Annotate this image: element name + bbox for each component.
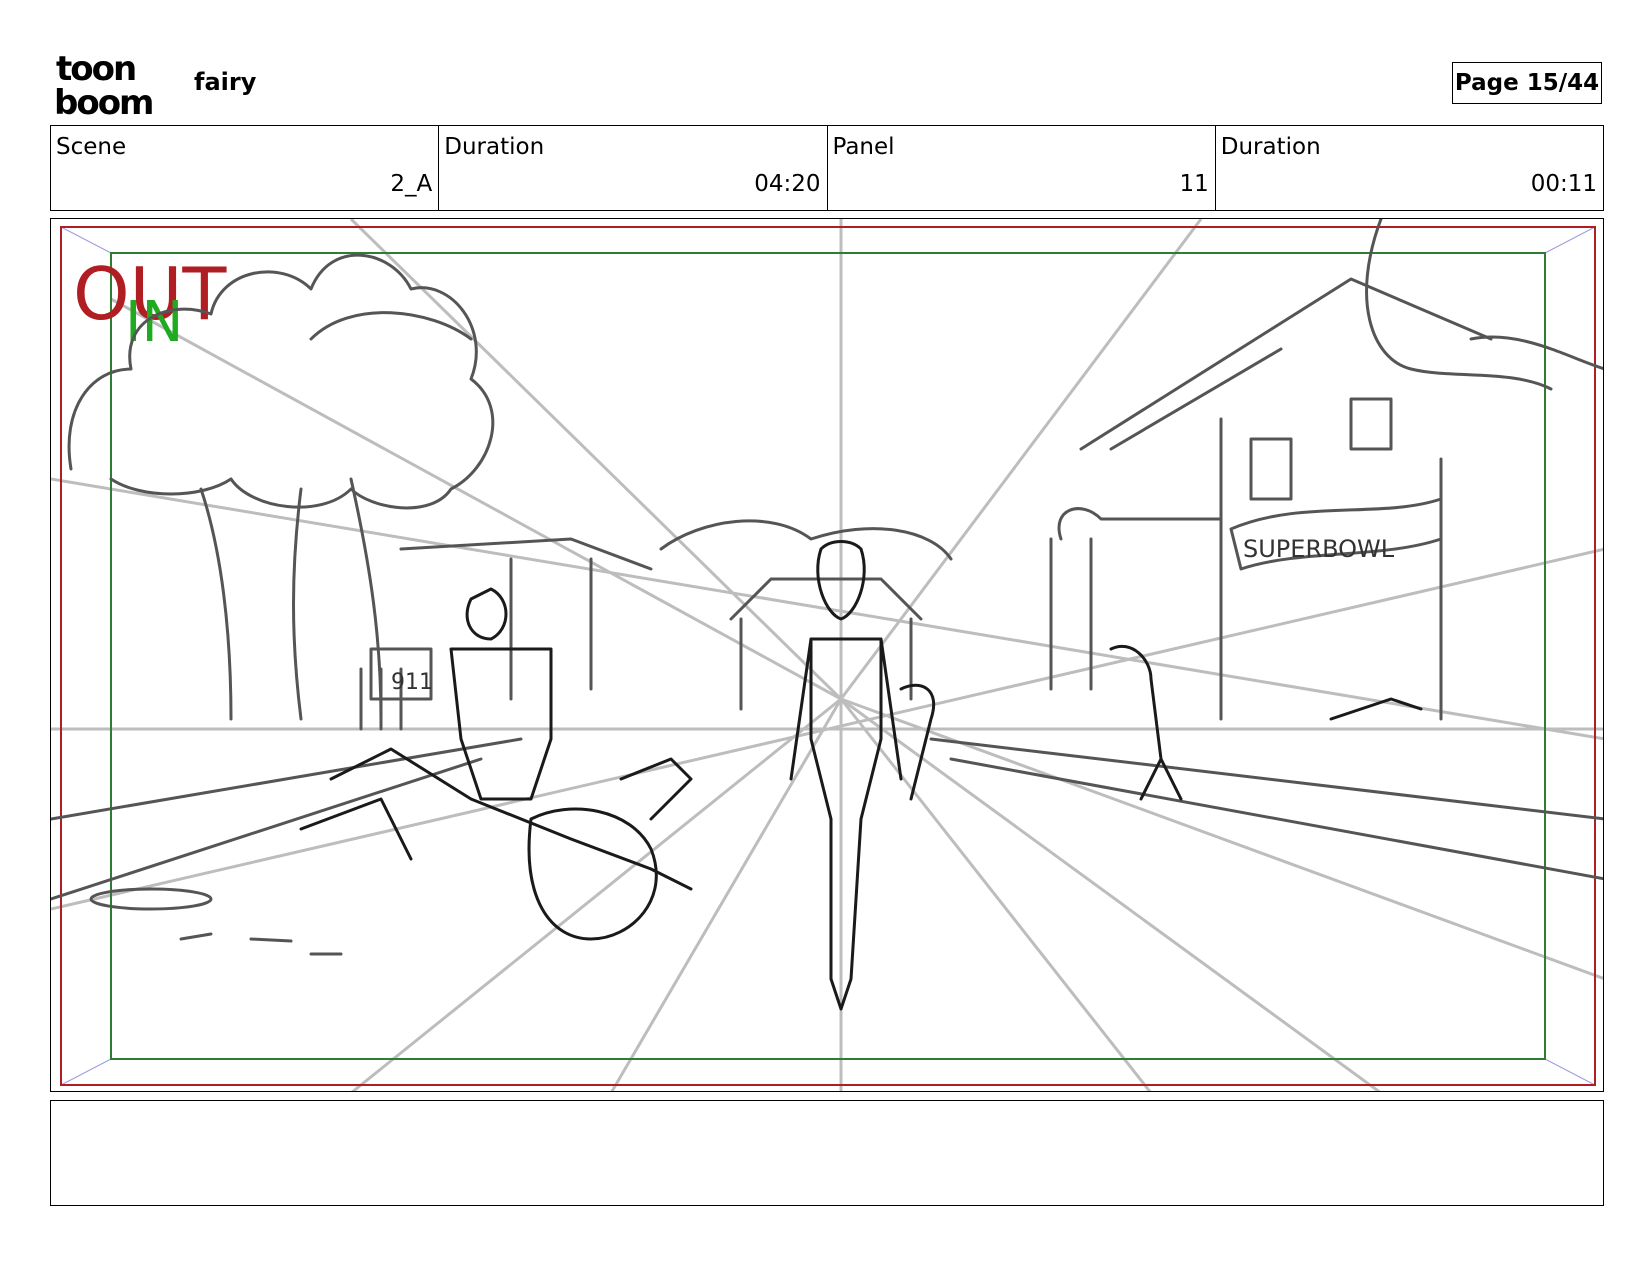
scene-label: Scene: [56, 134, 127, 160]
project-title: fairy: [194, 68, 257, 96]
panel-value: 11: [1179, 171, 1209, 197]
background-sketch: 911 SUPERBOWL: [51, 219, 1603, 956]
panel-duration-value: 00:11: [1530, 171, 1597, 197]
toonboom-logo-graphic: toon boom: [54, 49, 154, 123]
panel-notes-box: [50, 1100, 1604, 1206]
in-frame-label: IN: [125, 290, 183, 355]
perspective-guides: [51, 219, 1603, 1091]
panel-sketch: OUT IN 911 SUPERBOWL: [51, 219, 1603, 1091]
scene-duration-value: 04:20: [754, 171, 821, 197]
page-number-text: Page 15/44: [1454, 70, 1600, 96]
panel-cell: Panel 11: [828, 126, 1216, 210]
in-safe-frame: [110, 252, 1546, 1060]
corner-guides: [60, 226, 1596, 1086]
storyboard-panel: OUT IN 911 SUPERBOWL: [50, 218, 1604, 1092]
man-body: [449, 647, 553, 801]
panel-label: Panel: [832, 134, 895, 160]
toonboom-logo: toon boom: [54, 49, 174, 123]
logo-line-bottom: boom: [54, 83, 152, 118]
page-number-badge: Page 15/44: [1452, 62, 1602, 104]
panel-duration-cell: Duration 00:11: [1216, 126, 1603, 210]
scene-duration-label: Duration: [444, 134, 545, 160]
scene-value: 2_A: [390, 171, 433, 197]
sign-911: 911: [391, 670, 433, 695]
scene-duration-cell: Duration 04:20: [439, 126, 828, 210]
scene-info-row: Scene 2_A Duration 04:20 Panel 11 Durati…: [50, 125, 1604, 211]
characters-sketch: [299, 540, 1423, 1011]
man-head: [465, 587, 508, 641]
banner-text: SUPERBOWL: [1243, 535, 1395, 563]
panel-duration-label: Duration: [1220, 134, 1321, 160]
out-safe-frame: [60, 226, 1596, 1086]
scene-cell: Scene 2_A: [51, 126, 440, 210]
panel-notes-text: [51, 1101, 1603, 1117]
